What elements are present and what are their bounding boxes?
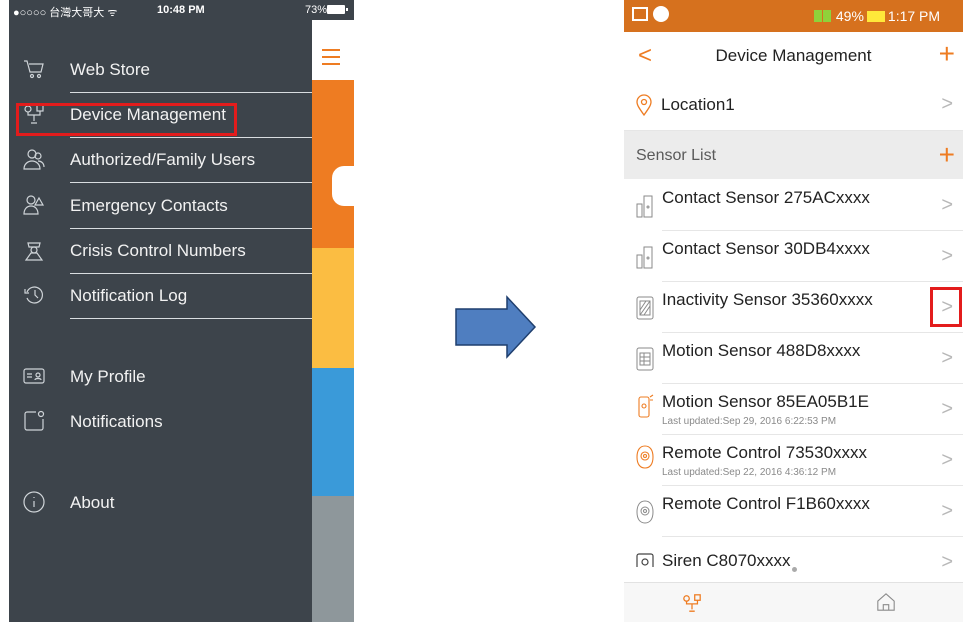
sensor-name: Inactivity Sensor 35360xxxx: [662, 290, 873, 309]
chevron-right-icon: >: [941, 194, 953, 216]
menu-label: Web Store: [70, 60, 151, 79]
menu-label: Emergency Contacts: [70, 196, 228, 215]
notification-icon: [24, 410, 45, 431]
sensor-name: Motion Sensor 488D8xxxx: [662, 341, 861, 360]
sensor-list-header: Sensor List +: [624, 131, 963, 179]
sensor-row[interactable]: Motion Sensor 85EA05B1E Last updated:Sep…: [624, 384, 963, 435]
section-title: Sensor List: [636, 147, 717, 164]
sensor-row[interactable]: Siren C8070xxxx >: [624, 537, 963, 567]
emergency-contact-icon: [23, 195, 45, 215]
location-pin-icon: [636, 94, 652, 116]
battery-icon: [327, 5, 348, 14]
sensor-name: Remote Control 73530xxxx: [662, 443, 868, 462]
sensor-row[interactable]: Remote Control F1B60xxxx >: [624, 486, 963, 537]
menu-label: About: [70, 493, 115, 512]
highlight-box: [930, 287, 962, 327]
motion-sensor-orange-icon: [638, 394, 654, 418]
profile-card-icon: [23, 368, 45, 384]
crisis-officer-icon: [24, 242, 44, 261]
remote-control-icon: [636, 500, 654, 524]
scroll-indicator: [792, 567, 797, 572]
message-icon: [632, 7, 648, 21]
divider: [70, 318, 312, 319]
last-updated-text: Last updated:Sep 22, 2016 4:36:12 PM: [662, 467, 837, 478]
sensor-row[interactable]: Motion Sensor 488D8xxxx >: [624, 333, 963, 384]
sensor-name: Contact Sensor 275ACxxxx: [662, 188, 870, 207]
chevron-right-icon: >: [941, 347, 953, 369]
chevron-right-icon: >: [941, 551, 953, 567]
strip-gray: [312, 496, 354, 622]
users-icon: [23, 149, 45, 170]
chevron-right-icon: >: [941, 449, 953, 471]
page-title: Device Management: [715, 46, 872, 65]
strip-blue: [312, 368, 354, 496]
location-row[interactable]: Location1 >: [624, 80, 963, 131]
siren-icon: [636, 553, 654, 567]
contact-sensor-icon: [636, 246, 653, 269]
side-menu-screen: ●○○○○ 台灣大哥大 ᯤ 10:48 PM 73% Web Store Dev…: [9, 0, 354, 622]
remote-control-orange-icon: [636, 445, 654, 469]
chevron-right-icon: >: [941, 245, 953, 267]
device-tab-icon[interactable]: [682, 593, 702, 613]
nav-header: < Device Management +: [624, 32, 963, 81]
menu-label: Crisis Control Numbers: [70, 241, 246, 260]
location-label: Location1: [661, 95, 735, 114]
menu-item-emergency-contacts[interactable]: Emergency Contacts: [9, 184, 312, 229]
menu-label: My Profile: [70, 367, 146, 386]
strip-orange: [312, 80, 354, 248]
sensor-name: Siren C8070xxxx: [662, 551, 791, 567]
menu-item-about[interactable]: About: [9, 481, 312, 526]
hamburger-menu-icon[interactable]: [312, 40, 354, 76]
bottom-tab-bar: [624, 582, 963, 622]
sensor-row[interactable]: Contact Sensor 30DB4xxxx >: [624, 231, 963, 282]
strip-yellow: [312, 248, 354, 368]
menu-item-my-profile[interactable]: My Profile: [9, 355, 312, 400]
chevron-right-icon: >: [941, 93, 953, 115]
menu-item-notification-log[interactable]: Notification Log: [9, 274, 312, 319]
transition-arrow-icon: [455, 295, 537, 359]
contact-sensor-icon: [636, 195, 653, 218]
sensor-name: Contact Sensor 30DB4xxxx: [662, 239, 870, 258]
battery-percent: 49%: [835, 8, 864, 24]
add-sensor-button[interactable]: +: [939, 139, 955, 171]
sensor-name: Motion Sensor 85EA05B1E: [662, 392, 869, 411]
info-icon: [23, 491, 45, 513]
menu-item-authorized-users[interactable]: Authorized/Family Users: [9, 138, 312, 183]
drawer-handle[interactable]: [332, 166, 354, 206]
chevron-right-icon: >: [941, 398, 953, 420]
sensor-row[interactable]: Contact Sensor 275ACxxxx >: [624, 180, 963, 231]
signal-icon: [823, 10, 831, 22]
menu-label: Notification Log: [70, 286, 188, 305]
menu-item-notifications[interactable]: Notifications: [9, 400, 312, 445]
history-icon: [24, 286, 43, 304]
menu-item-crisis-control[interactable]: Crisis Control Numbers: [9, 229, 312, 274]
signal-icon: [814, 10, 822, 22]
sensor-row[interactable]: Remote Control 73530xxxx Last updated:Se…: [624, 435, 963, 486]
device-management-screen: 49% 1:17 PM < Device Management + Locatio…: [624, 0, 963, 622]
status-time: 1:17 PM: [887, 8, 941, 24]
add-location-button[interactable]: +: [939, 38, 955, 70]
chevron-right-icon: >: [941, 500, 953, 522]
menu-label: Authorized/Family Users: [70, 150, 256, 169]
sensor-name: Remote Control F1B60xxxx: [662, 494, 870, 513]
highlight-box: [16, 103, 237, 136]
app-notification-icon: [653, 6, 669, 22]
carrier-label: ●○○○○ 台灣大哥大 ᯤ: [13, 7, 118, 19]
status-bar: 49% 1:17 PM: [624, 0, 963, 32]
status-bar: ●○○○○ 台灣大哥大 ᯤ 10:48 PM 73%: [9, 0, 354, 20]
cart-icon: [24, 60, 44, 79]
sensor-row[interactable]: Inactivity Sensor 35360xxxx >: [624, 282, 963, 333]
battery-percent: 73%: [305, 4, 328, 16]
menu-label: Notifications: [70, 412, 163, 431]
motion-sensor-icon: [636, 347, 654, 371]
menu-item-web-store[interactable]: Web Store: [9, 48, 312, 93]
home-icon[interactable]: [876, 592, 896, 612]
last-updated-text: Last updated:Sep 29, 2016 6:22:53 PM: [662, 416, 837, 427]
battery-icon: [866, 11, 885, 22]
divider: [70, 182, 312, 183]
inactivity-sensor-icon: [636, 296, 654, 320]
status-time: 10:48 PM: [157, 4, 205, 16]
